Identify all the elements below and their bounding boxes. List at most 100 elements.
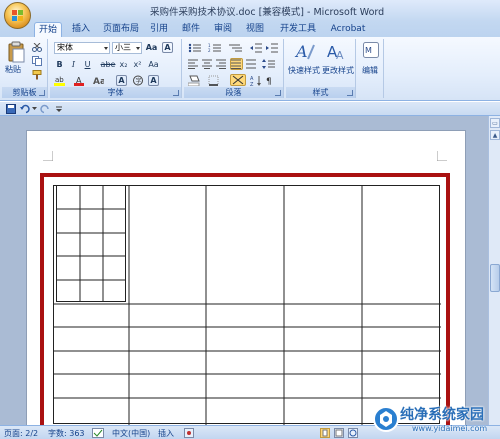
- styles-group: A A A 快速样式 更改样式 样式: [286, 39, 356, 98]
- svg-text:ab: ab: [55, 76, 64, 84]
- font-group: 宋体 小三 Aa A B I U abe x₂ x² Aa ab A Aa A …: [50, 39, 182, 98]
- watermark-logo-icon: [373, 406, 399, 432]
- strikethrough-button[interactable]: abe: [100, 59, 116, 70]
- font-group-label: 字体: [50, 87, 181, 98]
- find-icon[interactable]: M: [363, 42, 379, 58]
- print-layout-view-icon[interactable]: [320, 428, 330, 438]
- ruler-toggle-icon[interactable]: ▭: [490, 118, 500, 128]
- paste-icon[interactable]: [8, 41, 26, 63]
- italic-button[interactable]: I: [68, 59, 79, 70]
- character-border-button[interactable]: A: [148, 75, 159, 86]
- svg-text:A: A: [336, 49, 344, 61]
- tab-review[interactable]: 审阅: [210, 22, 236, 37]
- undo-icon[interactable]: [20, 104, 30, 114]
- paragraph-group: 12 A Z ¶ 段落: [184, 39, 284, 98]
- sort-icon[interactable]: AZ: [250, 75, 262, 86]
- scroll-thumb[interactable]: [490, 264, 500, 292]
- font-size-value: 小三: [115, 43, 131, 52]
- clipboard-dialog-launcher[interactable]: [39, 90, 45, 96]
- vertical-scrollbar[interactable]: ▭ ▲: [488, 116, 500, 425]
- web-layout-view-icon[interactable]: [348, 428, 358, 438]
- paragraph-dialog-launcher[interactable]: [275, 90, 281, 96]
- status-language[interactable]: 中文(中国): [112, 428, 150, 439]
- site-watermark: 纯净系统家园 www.yidaimei.com: [372, 403, 500, 439]
- format-painter-icon[interactable]: [32, 70, 42, 80]
- tab-page-layout[interactable]: 页面布局: [100, 22, 142, 37]
- status-insert-mode[interactable]: 插入: [158, 428, 174, 439]
- line-spacing-icon[interactable]: [262, 59, 276, 69]
- svg-text:Z: Z: [250, 82, 254, 86]
- change-case-button[interactable]: Aa: [148, 59, 159, 70]
- show-hide-marks-icon[interactable]: ¶: [266, 75, 276, 86]
- styles-dialog-launcher[interactable]: [347, 90, 353, 96]
- justify-button[interactable]: [230, 58, 243, 70]
- tab-home[interactable]: 开始: [34, 22, 62, 37]
- font-size-combo[interactable]: 小三: [112, 42, 142, 54]
- change-styles-label[interactable]: 更改样式: [322, 65, 354, 76]
- tab-insert[interactable]: 插入: [68, 22, 94, 37]
- macro-record-icon[interactable]: [184, 428, 194, 438]
- font-color-icon[interactable]: A: [74, 75, 86, 86]
- align-center-icon[interactable]: [202, 59, 213, 69]
- window-title: 采购件采购技术协议.doc [兼容模式] - Microsoft Word: [150, 7, 385, 18]
- text-effect-icon[interactable]: Aa: [92, 75, 104, 86]
- status-page[interactable]: 页面: 2/2: [4, 428, 38, 439]
- office-logo-icon: [12, 10, 23, 21]
- font-size-adjust-button[interactable]: Aa: [146, 42, 158, 53]
- numbering-icon[interactable]: 12: [208, 43, 224, 53]
- enclose-characters-icon[interactable]: 字: [132, 75, 144, 86]
- svg-text:A: A: [294, 42, 308, 61]
- watermark-brand: 纯净系统家园: [400, 407, 484, 423]
- ribbon: 粘贴 剪贴板 宋体 小三 Aa A B I U abe x₂ x² Aa ab: [0, 37, 500, 101]
- svg-text:字: 字: [136, 77, 142, 85]
- ribbon-tab-row: 开始 插入 页面布局 引用 邮件 审阅 视图 开发工具 Acrobat: [0, 21, 500, 37]
- office-button[interactable]: [4, 2, 31, 29]
- tab-developer[interactable]: 开发工具: [276, 22, 320, 37]
- quick-styles-label[interactable]: 快速样式: [288, 65, 320, 76]
- save-icon[interactable]: [6, 104, 16, 114]
- full-screen-view-icon[interactable]: [334, 428, 344, 438]
- decrease-indent-icon[interactable]: [250, 43, 262, 53]
- editing-group: M 编辑: [358, 39, 384, 98]
- customize-qat-icon[interactable]: [56, 106, 62, 112]
- bold-button[interactable]: B: [54, 59, 65, 70]
- highlight-color-icon[interactable]: ab: [54, 75, 68, 86]
- editing-label[interactable]: 编辑: [362, 65, 378, 76]
- character-shading-button[interactable]: A: [116, 75, 127, 86]
- tab-acrobat[interactable]: Acrobat: [326, 22, 370, 37]
- scroll-up-icon[interactable]: ▲: [490, 130, 500, 140]
- underline-button[interactable]: U: [82, 59, 93, 70]
- borders-icon[interactable]: [208, 75, 222, 86]
- quick-styles-icon[interactable]: A: [294, 41, 316, 61]
- change-styles-icon[interactable]: A A: [326, 41, 348, 61]
- undo-dropdown-icon[interactable]: [32, 107, 37, 111]
- align-left-icon[interactable]: [188, 59, 199, 69]
- tab-references[interactable]: 引用: [146, 22, 172, 37]
- svg-text:2: 2: [208, 48, 211, 53]
- svg-text:¶: ¶: [266, 77, 272, 86]
- styles-group-label: 样式: [286, 87, 355, 98]
- tab-mailings[interactable]: 邮件: [178, 22, 204, 37]
- font-name-combo[interactable]: 宋体: [54, 42, 110, 54]
- subscript-button[interactable]: x₂: [118, 59, 129, 70]
- redo-icon[interactable]: [40, 104, 50, 114]
- tab-view[interactable]: 视图: [242, 22, 268, 37]
- font-dialog-launcher[interactable]: [173, 90, 179, 96]
- chinese-layout-button[interactable]: [230, 74, 246, 86]
- superscript-button[interactable]: x²: [132, 59, 143, 70]
- proofing-icon[interactable]: [92, 428, 104, 438]
- multilevel-list-icon[interactable]: [228, 43, 244, 53]
- paste-label[interactable]: 粘贴: [5, 64, 21, 75]
- bullets-icon[interactable]: [188, 43, 204, 53]
- increase-indent-icon[interactable]: [266, 43, 278, 53]
- distributed-icon[interactable]: [246, 59, 257, 69]
- shading-icon[interactable]: [188, 75, 202, 86]
- copy-icon[interactable]: [32, 56, 42, 66]
- status-word-count[interactable]: 字数: 363: [48, 428, 85, 439]
- font-name-value: 宋体: [57, 43, 73, 52]
- margin-corner-mark-left: [43, 151, 53, 161]
- table-highlight-frame: [40, 173, 450, 433]
- cut-icon[interactable]: [32, 43, 42, 52]
- align-right-icon[interactable]: [216, 59, 227, 69]
- clear-formatting-button[interactable]: A: [162, 42, 173, 53]
